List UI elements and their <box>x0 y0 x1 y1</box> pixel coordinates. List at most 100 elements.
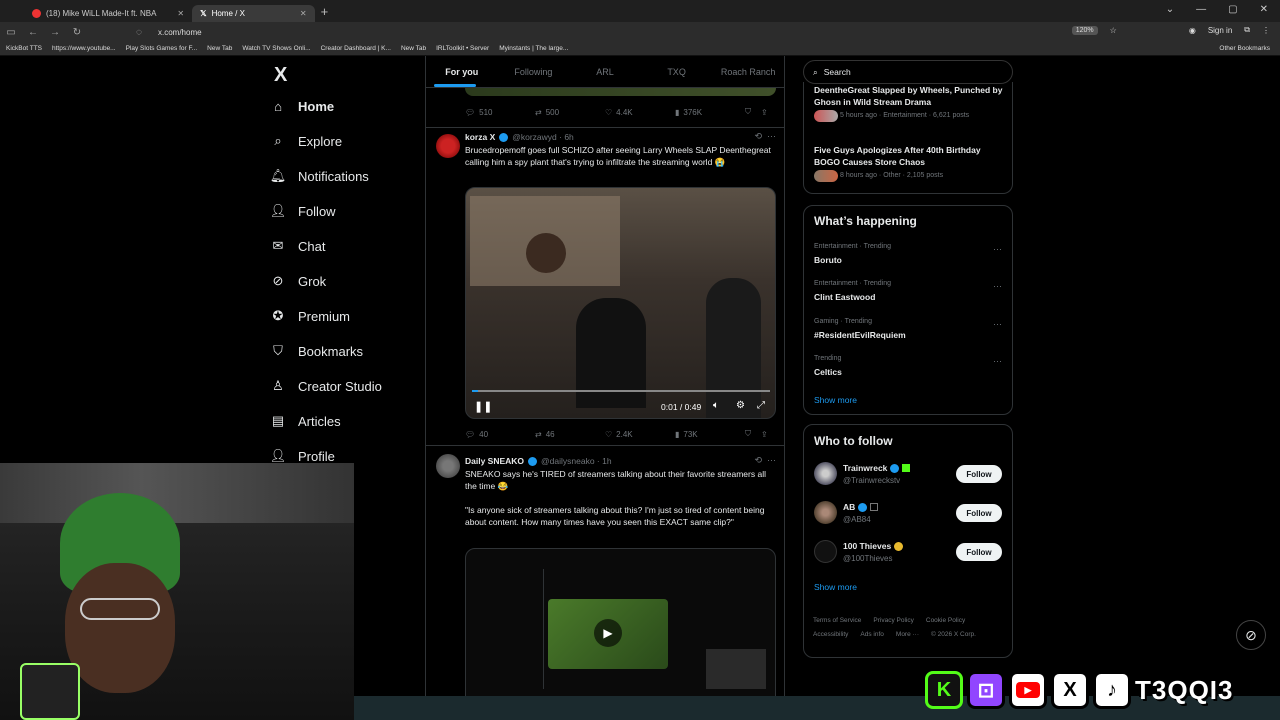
account-name[interactable]: 100 Thieves <box>843 541 904 551</box>
extensions-icon[interactable]: ⧉ <box>1244 25 1250 35</box>
post[interactable]: korza X @korzawyd · 6h ⟲ ··· Brucedropem… <box>426 128 784 446</box>
forward-icon[interactable]: → <box>44 27 66 38</box>
tab-following[interactable]: Following <box>498 67 570 77</box>
close-window-icon[interactable]: ✕ <box>1260 4 1268 15</box>
reload-icon[interactable]: ↻ <box>66 27 88 38</box>
footer-link[interactable]: Terms of Service <box>813 617 861 624</box>
author-handle[interactable]: @korzawyd · 6h <box>512 132 574 142</box>
video-player[interactable]: ❚❚ 0:01 / 0:49 🔈︎ ⚙ ⤢ <box>465 187 776 419</box>
shield-icon[interactable]: ◌ <box>128 27 150 38</box>
x-logo-icon[interactable]: X <box>274 64 287 87</box>
trend-name[interactable]: Clint Eastwood <box>814 292 875 302</box>
other-bookmarks[interactable]: Other Bookmarks <box>1219 45 1270 52</box>
bookmark-item[interactable]: https://www.youtube... <box>52 45 116 52</box>
like-button[interactable]: ♡ 4.4K <box>605 108 675 117</box>
settings-icon[interactable]: ⚙ <box>736 400 745 411</box>
maximize-icon[interactable]: ▢ <box>1228 4 1237 15</box>
author-name[interactable]: Daily SNEAKO <box>465 456 524 466</box>
reply-button[interactable]: 💬︎ 510 <box>465 108 535 117</box>
footer-link[interactable]: Privacy Policy <box>873 617 913 624</box>
footer-link[interactable]: More ··· <box>896 631 919 638</box>
browser-tab-active[interactable]: 𝕏 Home / X ✕ <box>192 4 315 22</box>
volume-icon[interactable]: 🔈︎ <box>713 400 719 411</box>
follow-button[interactable]: Follow <box>956 504 1002 522</box>
new-tab-icon[interactable]: + <box>321 4 329 19</box>
sign-in-link[interactable]: Sign in <box>1208 26 1232 35</box>
grok-icon[interactable]: ⊘ <box>1236 620 1266 650</box>
chevron-down-icon[interactable]: ⌄ <box>1166 4 1174 15</box>
video-progress-track[interactable] <box>472 390 770 392</box>
follow-button[interactable]: Follow <box>956 543 1002 561</box>
bookmark-button[interactable]: ⛉ <box>745 429 751 439</box>
news-title[interactable]: Five Guys Apologizes After 40th Birthday… <box>814 144 1004 168</box>
close-tab-icon[interactable]: ✕ <box>177 9 184 18</box>
avatar[interactable] <box>436 454 460 478</box>
share-button[interactable]: ⇪ <box>761 430 768 439</box>
bookmark-item[interactable]: IRLToolkit • Server <box>436 45 489 52</box>
share-button[interactable]: ⇪ <box>761 108 768 117</box>
footer-link[interactable]: Cookie Policy <box>926 617 965 624</box>
pause-icon[interactable]: ❚❚ <box>474 400 492 413</box>
fullscreen-icon[interactable]: ⤢ <box>757 400 765 411</box>
bookmark-item[interactable]: KickBot TTS <box>6 45 42 52</box>
nav-item-premium[interactable]: ✪ Premium <box>270 308 350 324</box>
bookmark-item[interactable]: Watch TV Shows Onli... <box>242 45 310 52</box>
tab-for-you[interactable]: For you <box>426 67 498 77</box>
trend-name[interactable]: Celtics <box>814 367 842 377</box>
avatar[interactable] <box>814 462 837 485</box>
news-title[interactable]: DeenthеGreat Slapped by Wheels, Punched … <box>814 84 1004 108</box>
tab-txq[interactable]: TXQ <box>641 67 713 77</box>
bookmark-item[interactable]: Creator Dashboard | K... <box>321 45 391 52</box>
like-button[interactable]: ♡ 2.4K <box>605 430 675 439</box>
avatar[interactable] <box>436 134 460 158</box>
nav-item-chat[interactable]: ✉ Chat <box>270 238 326 254</box>
footer-link[interactable]: Ads info <box>860 631 884 638</box>
trend-name[interactable]: #ResidentEvilRequiem <box>814 330 906 340</box>
trend-more-icon[interactable]: ··· <box>993 281 1002 291</box>
minimize-icon[interactable]: — <box>1196 4 1206 15</box>
bookmark-item[interactable]: New Tab <box>207 45 232 52</box>
nav-item-bookmarks[interactable]: ⛉ Bookmarks <box>270 343 363 359</box>
author-handle[interactable]: @dailysneako · 1h <box>541 456 612 466</box>
url-field[interactable]: x.com/home <box>158 28 202 37</box>
menu-icon[interactable]: ⋮ <box>1262 26 1270 35</box>
footer-link[interactable]: Accessibility <box>813 631 848 638</box>
nav-item-grok[interactable]: ⊘ Grok <box>270 273 327 289</box>
nav-item-explore[interactable]: ⌕ Explore <box>270 133 342 149</box>
trend-name[interactable]: Boruto <box>814 255 842 265</box>
reply-button[interactable]: 💬︎ 40 <box>465 430 535 439</box>
repost-button[interactable]: ⇄ 500 <box>535 108 605 117</box>
nav-item-creator-studio[interactable]: ♙ Creator Studio <box>270 378 382 394</box>
back-icon[interactable]: ← <box>22 27 44 38</box>
author-name[interactable]: korza X <box>465 132 495 142</box>
nav-item-notifications[interactable]: 🔔︎ Notifications <box>270 168 369 184</box>
trend-more-icon[interactable]: ··· <box>993 244 1002 254</box>
follow-button[interactable]: Follow <box>956 465 1002 483</box>
post[interactable]: Daily SNEAKO @dailysneako · 1h ⟲ ··· SNE… <box>426 446 784 720</box>
profile-icon[interactable]: ◉ <box>1189 26 1196 35</box>
trend-more-icon[interactable]: ··· <box>993 356 1002 366</box>
nav-item-articles[interactable]: ▤ Articles <box>270 413 341 429</box>
avatar[interactable] <box>814 501 837 524</box>
account-name[interactable]: AB <box>843 502 879 512</box>
video-player[interactable]: ▶ <box>465 548 776 720</box>
star-icon[interactable]: ☆ <box>1110 26 1117 35</box>
show-more-link[interactable]: Show more <box>814 395 857 405</box>
repost-button[interactable]: ⇄ 46 <box>535 430 605 439</box>
close-tab-icon[interactable]: ✕ <box>300 9 307 18</box>
more-options-icon[interactable]: ⟲ ··· <box>754 131 776 142</box>
bookmark-button[interactable]: ⛉ <box>745 107 751 117</box>
nav-item-home[interactable]: ⌂ Home <box>270 98 334 114</box>
search-input[interactable]: ⌕ Search <box>803 60 1013 84</box>
nav-item-profile[interactable]: 👤︎ Profile <box>270 448 335 464</box>
browser-tab[interactable]: (18) Mike WiLL Made-It ft. NBA ✕ <box>24 5 192 22</box>
more-options-icon[interactable]: ⟲ ··· <box>754 455 776 466</box>
bookmark-item[interactable]: New Tab <box>401 45 426 52</box>
bookmark-item[interactable]: Myinstants | The large... <box>499 45 568 52</box>
play-icon[interactable]: ▶ <box>594 619 622 647</box>
tab-arl[interactable]: ARL <box>569 67 641 77</box>
nav-item-follow[interactable]: 👤︎ Follow <box>270 203 336 219</box>
bookmark-item[interactable]: Play Slots Games for F... <box>126 45 198 52</box>
show-more-link[interactable]: Show more <box>814 582 857 592</box>
tab-roach-ranch[interactable]: Roach Ranch <box>712 67 784 77</box>
